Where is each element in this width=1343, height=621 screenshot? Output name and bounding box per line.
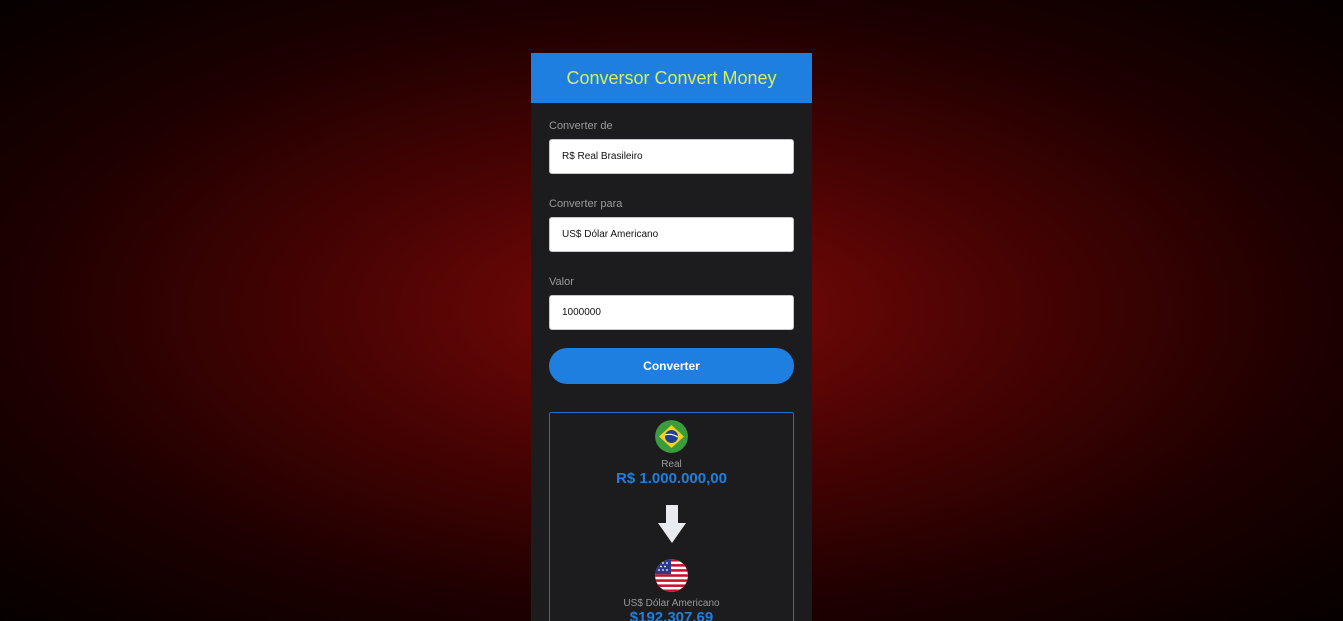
usa-flag-icon: [655, 559, 688, 592]
brazil-flag-icon: [655, 420, 688, 453]
convert-button[interactable]: Converter: [549, 348, 794, 384]
from-label: Converter de: [549, 120, 613, 132]
app-title: Conversor Convert Money: [566, 67, 777, 88]
from-amount: R$ 1.000.000,00: [616, 470, 727, 487]
arrow-down-icon: [657, 505, 686, 543]
converter-app: Conversor Convert Money Converter de R$ …: [531, 53, 812, 621]
amount-input[interactable]: 1000000: [549, 295, 794, 330]
to-currency-select[interactable]: US$ Dólar Americano: [549, 217, 794, 252]
result-panel: Real R$ 1.000.000,00 US$ Dólar Americano…: [549, 412, 794, 621]
to-label: Converter para: [549, 198, 623, 210]
converter-form: Converter de R$ Real Brasileiro Converte…: [531, 103, 812, 621]
to-amount: $192,307.69: [629, 609, 714, 621]
from-currency-select[interactable]: R$ Real Brasileiro: [549, 139, 794, 174]
amount-label: Valor: [549, 276, 574, 288]
app-header: Conversor Convert Money: [531, 53, 812, 103]
